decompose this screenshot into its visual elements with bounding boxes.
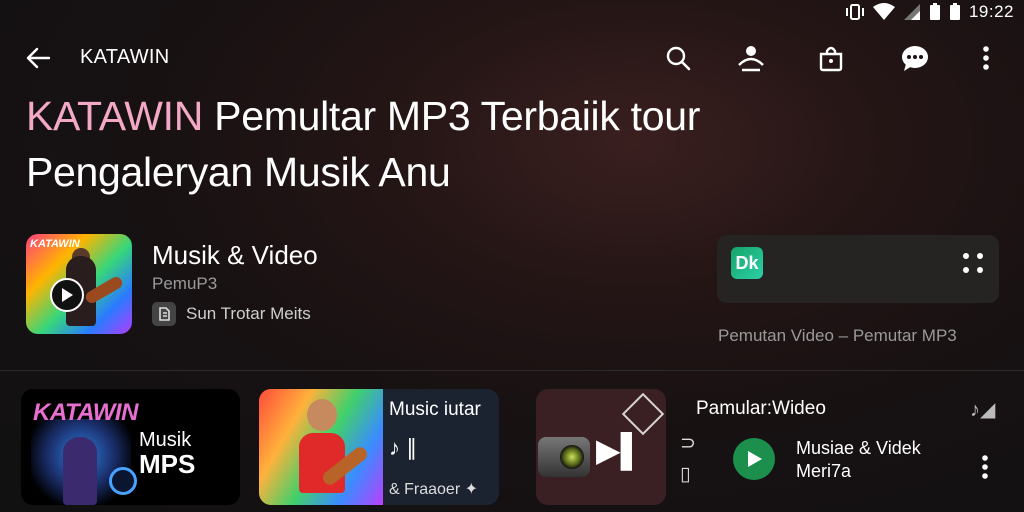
headline-line1: Pemultar MP3 Terbaiik tour (214, 93, 701, 139)
developer-name: Sun Trotar Meits (186, 304, 311, 323)
bag-icon (819, 46, 843, 72)
more-vert-icon (983, 46, 989, 70)
more-options-button[interactable] (968, 40, 1004, 76)
app-subtitle: PemuP3 (152, 274, 218, 293)
right-side-icons: ⊃ ▯ (680, 432, 696, 486)
right-item-title: Pamular:Wideo (696, 398, 826, 419)
right-app-name-line1: Musiae & Videk (796, 438, 921, 458)
right-app-name-line2: Meri7a (796, 461, 852, 481)
tile-katawin-musik[interactable]: KATAWIN Musik MPS (21, 389, 240, 505)
volume-icon[interactable]: ♪◢ (970, 397, 995, 422)
developer-row[interactable]: Sun Trotar Meits (152, 302, 311, 326)
clip-icon: ⊃ (680, 433, 696, 454)
right-app-name: Musiae & Videk Meri7a (796, 437, 956, 483)
tile2-music-icons: ♪ ∥ (389, 435, 418, 460)
status-bar: 19:22 (845, 2, 1014, 22)
search-icon (666, 46, 691, 71)
tile-video-camera[interactable]: ▶▌ (536, 389, 666, 505)
app-icon-logo: KATAWIN (30, 238, 80, 250)
back-arrow-icon (26, 47, 51, 69)
more-vert-icon (982, 455, 988, 479)
developer-icon (152, 302, 176, 326)
chat-button[interactable] (897, 40, 933, 76)
camera-lens-icon (538, 437, 590, 477)
profile-button[interactable] (733, 40, 769, 76)
grid-dots-icon[interactable] (963, 253, 985, 275)
page-headline: KATAWIN Pemultar MP3 Terbaiik tour Penga… (26, 88, 786, 200)
battery-icon-2 (949, 3, 960, 20)
search-button[interactable] (660, 40, 696, 76)
headline-line2: Pengaleryan Musik Anu (26, 149, 451, 195)
back-button[interactable] (22, 42, 54, 74)
tile1-logo: KATAWIN (33, 399, 138, 426)
section-divider (0, 370, 1024, 371)
app-name: Musik & Video (152, 240, 318, 270)
vibrate-icon (845, 4, 864, 20)
mini-player-logo-icon: Dk (731, 247, 763, 279)
tile2-boy-head (307, 399, 337, 431)
play-icon (50, 278, 84, 312)
tile2-title: Music iutar (389, 399, 481, 420)
tile1-label-line2: MPS (139, 449, 196, 479)
play-store-icon[interactable] (733, 438, 775, 480)
tile2-caption: & Fraaoer ✦ (389, 481, 478, 498)
chat-icon (902, 46, 928, 71)
battery-icon (929, 3, 940, 20)
shop-button[interactable] (813, 40, 849, 76)
tile3-play-icon: ▶▌ (596, 432, 644, 468)
app-icon[interactable]: KATAWIN (26, 234, 132, 334)
file-icon: ▯ (680, 464, 691, 485)
clock: 19:22 (968, 2, 1014, 21)
mini-player-card[interactable]: Dk (717, 235, 999, 303)
tile-music-guitar[interactable]: Music iutar ♪ ∥ & Fraaoer ✦ (259, 389, 499, 505)
user-icon (738, 46, 764, 72)
signal-icon (903, 4, 920, 20)
tile1-play-icon (109, 467, 137, 495)
headline-brand: KATAWIN (26, 93, 204, 139)
tile3-decor-icon (621, 392, 665, 436)
wifi-icon (872, 3, 895, 20)
right-item-more-button[interactable] (970, 452, 1000, 482)
tile1-person (63, 437, 97, 505)
mini-player-caption: Pemutan Video – Pemutar MP3 (718, 326, 957, 345)
tile2-image (259, 389, 383, 505)
app-bar-title: KATAWIN (80, 46, 170, 68)
